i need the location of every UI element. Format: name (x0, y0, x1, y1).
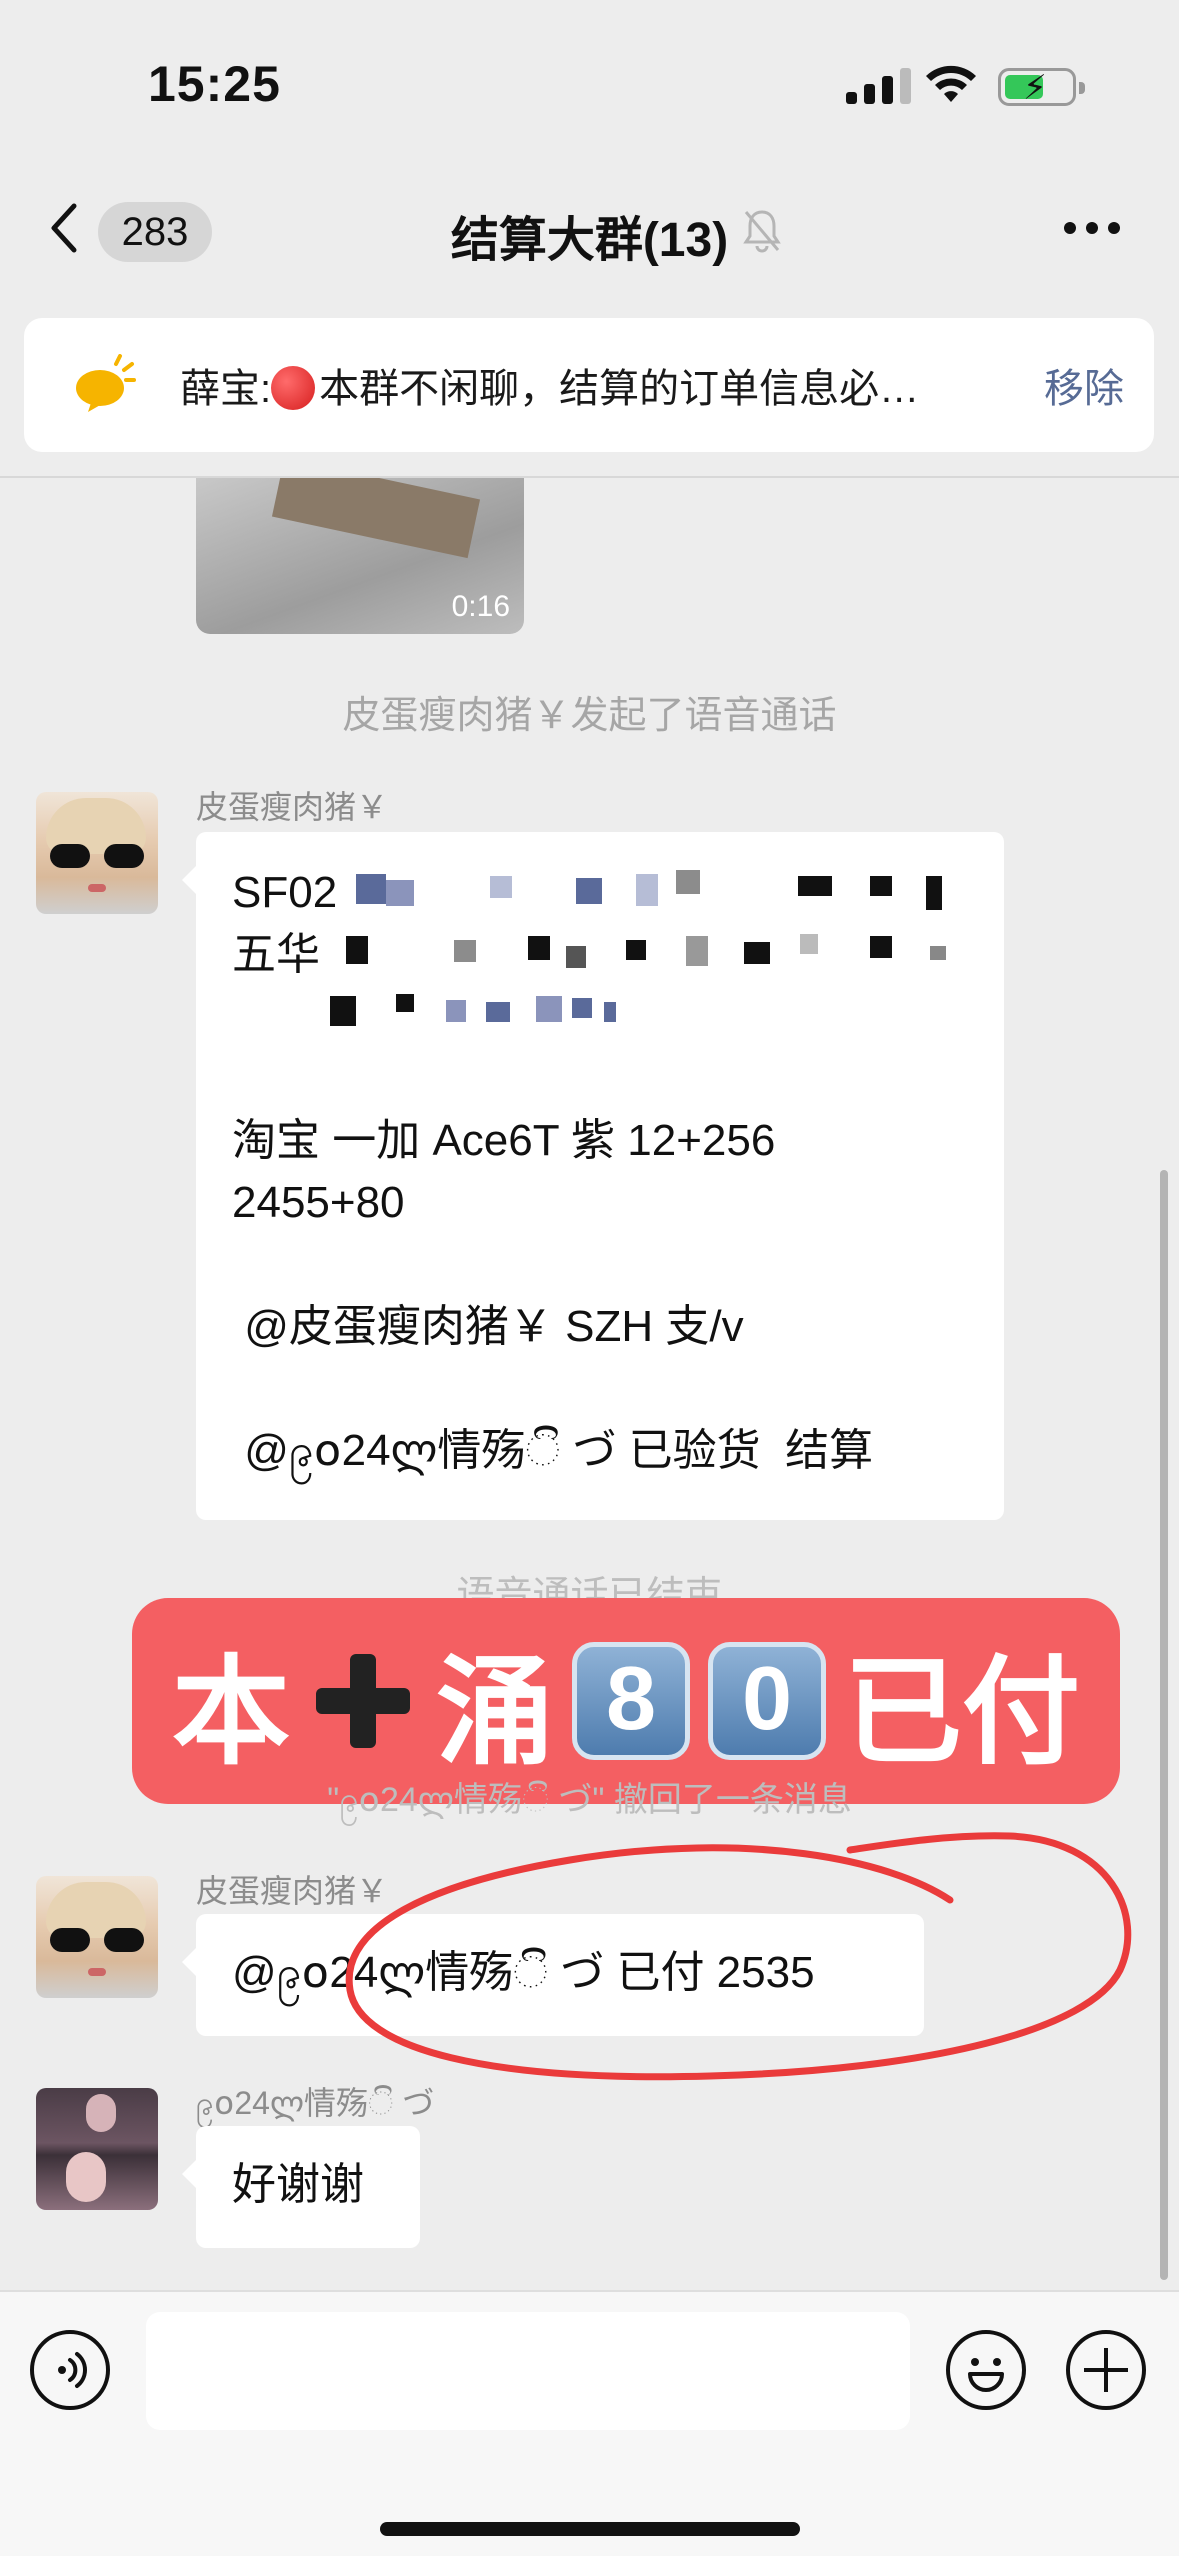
add-attachment-icon[interactable] (1066, 2330, 1146, 2410)
message-bubble[interactable]: SF02 五华 淘宝 一加 Ace6T 紫 12+256 2455+80 @皮蛋… (182, 832, 1004, 1520)
battery-icon: ⚡ (998, 68, 1085, 107)
header-divider (0, 476, 1179, 478)
cellular-signal-icon (846, 66, 911, 104)
pinned-sender: 薛宝: (180, 367, 272, 411)
order-price-line: 2455+80 (232, 1178, 405, 1227)
wifi-icon (926, 65, 976, 102)
mention-line-1: @皮蛋瘦肉猪￥ SZH 支/v (232, 1302, 744, 1351)
order-item-line: 淘宝 一加 Ace6T 紫 12+256 (232, 1116, 776, 1165)
banner-text-c: 已付 (844, 1646, 1081, 1779)
chat-title: 结算大群(13) (450, 214, 729, 267)
remove-pinned-button[interactable]: 移除 (1044, 356, 1124, 414)
message-bubble[interactable]: 好谢谢 (182, 2126, 420, 2248)
avatar[interactable] (36, 792, 158, 914)
pinned-announcement[interactable]: 薛宝: 本群不闲聊，结算的订单信息必… 移除 (24, 318, 1154, 452)
reply-text: 好谢谢 (232, 2160, 364, 2209)
red-circle-emoji-icon (271, 366, 316, 410)
system-message-call-started: 皮蛋瘦肉猪￥发起了语音通话 (342, 695, 837, 737)
pinned-text: 薛宝: 本群不闲聊，结算的订单信息必… (180, 356, 1000, 414)
mention-line-2: @၉໐24ლ情殇ි づ 已验货 结算 (232, 1426, 874, 1475)
avatar[interactable] (36, 2088, 158, 2210)
chat-scrollbar[interactable] (1160, 1170, 1168, 2280)
redaction-mosaic (330, 870, 1146, 1030)
banner-text-b: 涌 (435, 1646, 554, 1779)
mute-bell-icon (743, 210, 781, 253)
red-circle-annotation (345, 1832, 1132, 2081)
chat-header: 283 结算大群(13) (0, 170, 1179, 290)
video-duration: 0:16 (451, 590, 510, 623)
avatar[interactable] (36, 1876, 158, 1998)
keycap-digit-1: 8 (572, 1642, 690, 1760)
video-message-thumbnail[interactable]: 0:16 (196, 478, 524, 634)
status-time: 15:25 (148, 56, 281, 112)
more-options-icon[interactable] (1064, 222, 1120, 234)
message-sender: 皮蛋瘦肉猪￥ (196, 789, 389, 825)
plus-icon (308, 1646, 418, 1756)
announcement-horn-icon (76, 354, 136, 412)
emoji-icon[interactable] (946, 2330, 1026, 2410)
pinned-message: 本群不闲聊，结算的订单信息必… (319, 367, 920, 411)
keycap-digit-2: 0 (708, 1642, 826, 1760)
voice-input-icon[interactable] (30, 2330, 110, 2410)
message-text-input[interactable] (146, 2312, 910, 2430)
message-sender: ၉໐24ლ情殇ි づ (196, 2085, 435, 2121)
message-input-bar (0, 2290, 1179, 2556)
banner-text-a: 本 (171, 1646, 290, 1779)
status-bar: 15:25 ⚡ (0, 0, 1179, 170)
home-indicator (380, 2522, 800, 2536)
